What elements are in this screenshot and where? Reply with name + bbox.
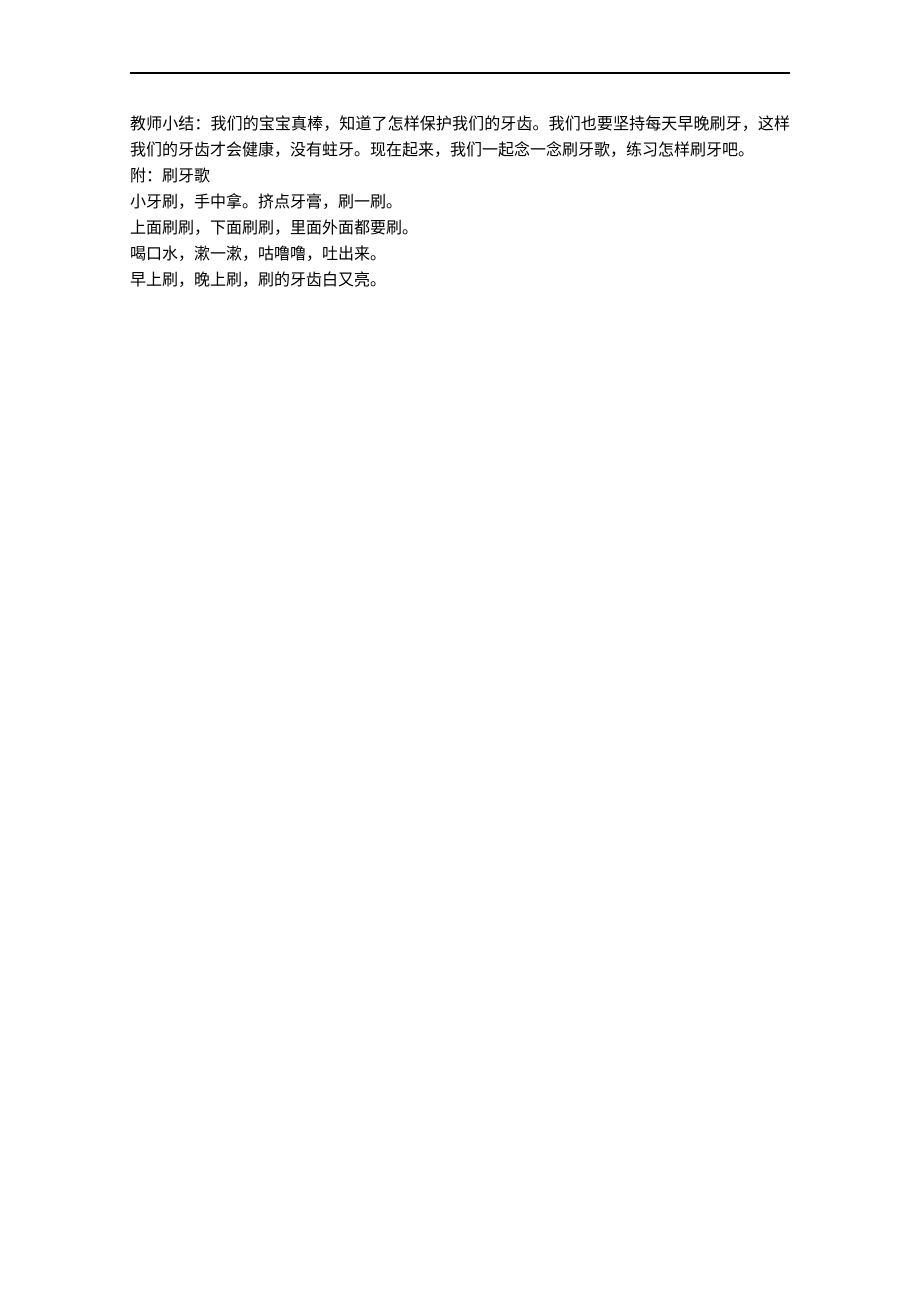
teacher-summary-paragraph: 教师小结：我们的宝宝真棒，知道了怎样保护我们的牙齿。我们也要坚持每天早晚刷牙，这… bbox=[130, 112, 790, 164]
song-line-4: 早上刷，晚上刷，刷的牙齿白又亮。 bbox=[130, 268, 790, 294]
song-line-3: 喝口水，漱一漱，咕噜噜，吐出来。 bbox=[130, 242, 790, 268]
document-body: 教师小结：我们的宝宝真棒，知道了怎样保护我们的牙齿。我们也要坚持每天早晚刷牙，这… bbox=[130, 112, 790, 294]
song-line-2: 上面刷刷，下面刷刷，里面外面都要刷。 bbox=[130, 216, 790, 242]
attachment-label: 附：刷牙歌 bbox=[130, 164, 790, 190]
song-line-1: 小牙刷，手中拿。挤点牙膏，刷一刷。 bbox=[130, 190, 790, 216]
horizontal-rule bbox=[130, 72, 790, 74]
document-page: 教师小结：我们的宝宝真棒，知道了怎样保护我们的牙齿。我们也要坚持每天早晚刷牙，这… bbox=[0, 0, 920, 1302]
